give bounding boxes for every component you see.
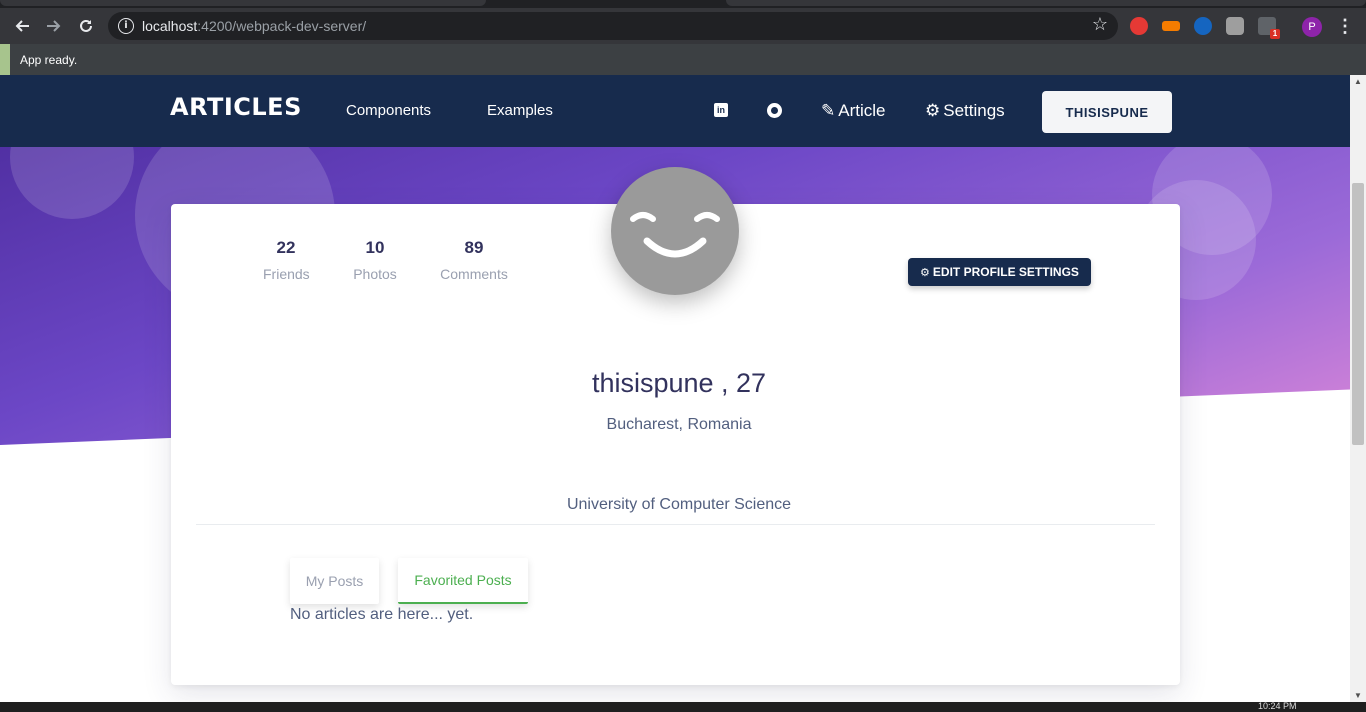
browser-tab[interactable] — [0, 0, 486, 6]
url-host: localhost — [142, 18, 198, 34]
os-taskbar: 10:24 PM — [0, 701, 1366, 712]
stat-friends: 22 Friends — [263, 238, 310, 282]
github-icon[interactable] — [767, 103, 782, 118]
profile-name: thisispune , 27 — [591, 368, 767, 398]
linkedin-icon[interactable]: in — [714, 103, 728, 117]
stat-label: Comments — [440, 266, 508, 282]
reload-icon[interactable] — [70, 8, 102, 44]
empty-articles-message: No articles are here... yet. — [290, 606, 474, 623]
tab-favorited-posts[interactable]: Favorited Posts — [398, 558, 528, 604]
page-viewport: ARTICLES Components Examples in ✎ Article… — [0, 75, 1350, 702]
browser-tabstrip — [0, 0, 1366, 8]
browser-toolbar: i localhost:4200/webpack-dev-server/ ☆ 1… — [0, 8, 1366, 44]
edit-profile-label: EDIT PROFILE SETTINGS — [932, 265, 1079, 279]
stat-value: 10 — [365, 238, 385, 257]
scrollbar-thumb[interactable] — [1352, 183, 1364, 445]
browser-menu-icon[interactable]: ⋮ — [1336, 16, 1354, 37]
status-accent — [0, 44, 10, 75]
tab-my-posts[interactable]: My Posts — [290, 558, 379, 604]
brand-logo[interactable]: ARTICLES — [170, 93, 302, 121]
stat-photos: 10 Photos — [352, 238, 398, 282]
nav-settings-label: Settings — [943, 101, 1005, 120]
browser-tab[interactable] — [726, 0, 1366, 6]
extension-icon[interactable] — [1226, 17, 1244, 35]
address-url[interactable]: localhost:4200/webpack-dev-server/ — [142, 18, 366, 34]
profile-avatar-image — [611, 167, 739, 295]
taskbar-clock: 10:24 PM — [1258, 701, 1297, 711]
status-bar: App ready. — [0, 44, 1366, 75]
stat-label: Photos — [353, 266, 397, 282]
divider — [196, 524, 1155, 525]
nav-article-label: Article — [838, 101, 886, 120]
gear-icon: ⚙ — [925, 101, 941, 121]
extension-icon[interactable] — [1162, 21, 1180, 31]
profile-card: 22 Friends 10 Photos 89 Comments ⚙ EDIT P… — [171, 167, 1180, 685]
extension-icon[interactable] — [1194, 17, 1212, 35]
nav-examples[interactable]: Examples — [487, 102, 553, 119]
extension-icon[interactable]: 1 — [1258, 17, 1280, 39]
extension-badge: 1 — [1270, 29, 1280, 39]
url-path: :4200/webpack-dev-server/ — [197, 18, 367, 34]
user-button[interactable]: THISISPUNE — [1042, 91, 1172, 133]
stat-label: Friends — [263, 266, 310, 282]
site-navbar: ARTICLES Components Examples in ✎ Article… — [0, 75, 1350, 147]
profile-avatar[interactable]: P — [1302, 17, 1322, 37]
stat-comments: 89 Comments — [439, 238, 509, 282]
stat-value: 22 — [276, 238, 296, 257]
adblock-extension-icon[interactable] — [1130, 17, 1148, 35]
nav-settings[interactable]: ⚙ Settings — [925, 101, 1005, 121]
smiley-face-icon — [630, 212, 720, 258]
address-bar[interactable]: i localhost:4200/webpack-dev-server/ ☆ — [108, 12, 1118, 40]
status-text: App ready. — [20, 53, 78, 67]
profile-location: Bucharest, Romania — [606, 416, 752, 433]
edit-icon: ✎ — [821, 101, 836, 121]
scroll-up-arrow-icon[interactable]: ▲ — [1354, 77, 1362, 86]
site-info-icon[interactable]: i — [118, 18, 134, 34]
edit-profile-settings-button[interactable]: ⚙ EDIT PROFILE SETTINGS — [908, 258, 1091, 286]
bookmark-star-icon[interactable]: ☆ — [1092, 14, 1108, 35]
page-scrollbar[interactable]: ▲ ▼ — [1350, 75, 1366, 702]
stat-value: 89 — [464, 238, 484, 257]
nav-article[interactable]: ✎ Article — [821, 101, 885, 121]
profile-university: University of Computer Science — [566, 496, 792, 513]
gear-icon: ⚙ — [920, 265, 930, 279]
nav-components[interactable]: Components — [346, 102, 431, 119]
back-arrow-icon[interactable] — [6, 8, 38, 44]
forward-arrow-icon[interactable] — [38, 8, 70, 44]
scroll-down-arrow-icon[interactable]: ▼ — [1354, 691, 1362, 700]
